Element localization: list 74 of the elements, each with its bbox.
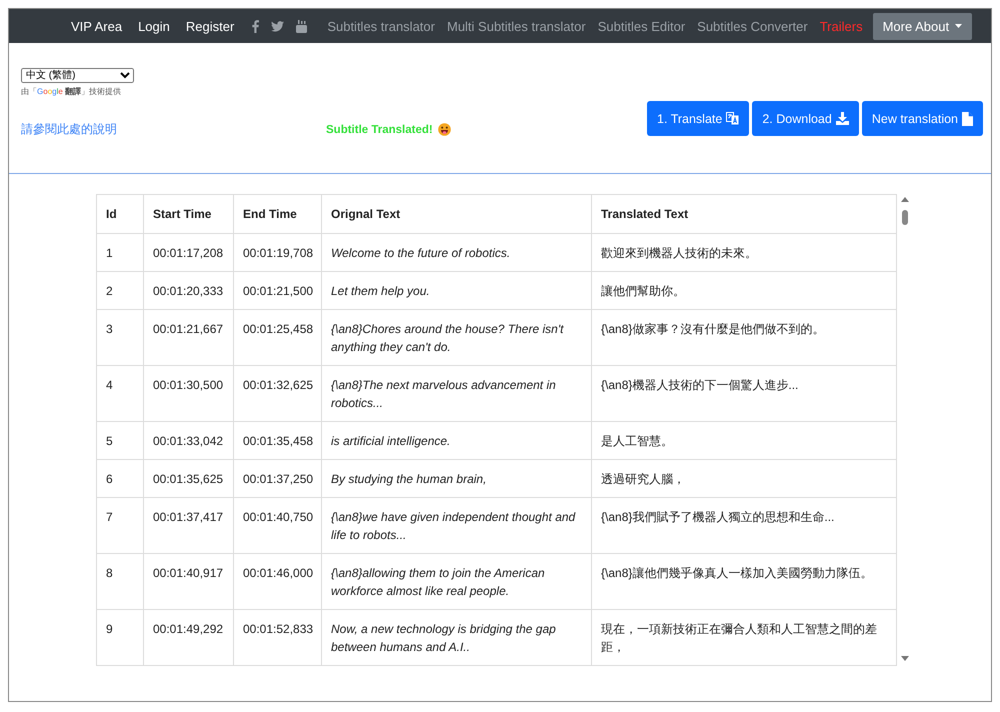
table-cell: 00:01:32,625	[234, 366, 322, 422]
table-cell: 9	[96, 610, 144, 666]
twitter-bird-icon[interactable]	[271, 20, 284, 32]
table-cell: 00:01:46,000	[234, 554, 322, 610]
table-cell: {\an8}我們賦予了機器人獨立的思想和生命...	[592, 498, 896, 554]
table-cell: 現在，一項新技術正在彌合人類和人工智慧之間的差距，	[592, 610, 896, 666]
table-cell: 00:01:35,625	[144, 460, 234, 498]
table-cell: 是人工智慧。	[592, 422, 896, 460]
table-cell: 00:01:17,208	[144, 234, 234, 272]
nav-link[interactable]: VIP Area	[63, 18, 130, 34]
table-cell: {\an8}做家事？沒有什麼是他們做不到的。	[592, 310, 896, 366]
youtube-icon[interactable]	[296, 20, 308, 32]
table-cell: 6	[96, 460, 144, 498]
table-cell: Welcome to the future of robotics.	[322, 234, 592, 272]
table-cell: 讓他們幫助你。	[592, 272, 896, 310]
table-cell: 00:01:49,292	[144, 610, 234, 666]
google-translate-credit: 由「Google 翻譯」技術提供	[21, 86, 122, 97]
table-cell: {\an8}讓他們幾乎像真人一樣加入美國勞動力隊伍。	[592, 554, 896, 610]
table-cell: {\an8}allowing them to join the American workforce almost like real people.	[322, 554, 592, 610]
action-button[interactable]: New translation	[862, 101, 983, 136]
table-cell: 歡迎來到機器人技術的未來。	[592, 234, 896, 272]
table-cell: 00:01:30,500	[144, 366, 234, 422]
table-cell: 00:01:20,333	[144, 272, 234, 310]
table-cell: 2	[96, 272, 144, 310]
column-header: End Time	[234, 194, 322, 234]
table-cell: 00:01:25,458	[234, 310, 322, 366]
table-cell: {\an8}we have given independent thought and life to robots...	[322, 498, 592, 554]
file-icon	[962, 112, 973, 126]
nav-link[interactable]: Login	[130, 18, 178, 34]
table-cell: 7	[96, 498, 144, 554]
table-cell: 透過研究人腦，	[592, 460, 896, 498]
table-cell: 1	[96, 234, 144, 272]
table-cell: {\an8}Chores around the house? There isn't anything they can't do.	[322, 310, 592, 366]
nav-link[interactable]: Subtitles translator	[321, 18, 441, 34]
table-cell: 00:01:21,500	[234, 272, 322, 310]
nav-link[interactable]: Trailers	[814, 18, 869, 34]
table-cell: 00:01:21,667	[144, 310, 234, 366]
language-icon	[726, 112, 740, 125]
language-select[interactable]: 中文 (繁體)	[21, 68, 134, 83]
table-cell: is artificial intelligence.	[322, 422, 592, 460]
tongue-smiley-icon	[438, 123, 451, 136]
table-cell: 00:01:40,917	[144, 554, 234, 610]
table-cell: 00:01:40,750	[234, 498, 322, 554]
table-cell: Let them help you.	[322, 272, 592, 310]
column-header: Translated Text	[592, 194, 896, 234]
facebook-icon[interactable]	[252, 20, 260, 32]
nav-link[interactable]: Subtitles Editor	[592, 18, 692, 34]
more-about-dropdown[interactable]: More About	[872, 12, 972, 40]
column-header: Orignal Text	[322, 194, 592, 234]
action-button[interactable]: 2. Download	[752, 101, 859, 136]
table-cell: {\an8}機器人技術的下一個驚人進步...	[592, 366, 896, 422]
table-cell: 5	[96, 422, 144, 460]
table-cell: 00:01:37,417	[144, 498, 234, 554]
table-cell: Now, a new technology is bridging the gap between humans and A.I..	[322, 610, 592, 666]
status-message: Subtitle Translated!	[326, 124, 433, 136]
table-cell: 3	[96, 310, 144, 366]
nav-link[interactable]: Register	[178, 18, 242, 34]
column-header: Start Time	[144, 194, 234, 234]
table-cell: {\an8}The next marvelous advancement in robotics...	[322, 366, 592, 422]
table-cell: 00:01:33,042	[144, 422, 234, 460]
table-cell: 00:01:19,708	[234, 234, 322, 272]
table-cell: 4	[96, 366, 144, 422]
download-icon	[836, 112, 849, 125]
column-header: Id	[96, 194, 144, 234]
help-link[interactable]: 請參閱此處的說明	[21, 121, 326, 138]
table-cell: 00:01:35,458	[234, 422, 322, 460]
table-cell: By studying the human brain,	[322, 460, 592, 498]
table-cell: 8	[96, 554, 144, 610]
nav-link[interactable]: Multi Subtitles translator	[440, 18, 592, 34]
table-cell: 00:01:52,833	[234, 610, 322, 666]
table-cell: 00:01:37,250	[234, 460, 322, 498]
action-button[interactable]: 1. Translate	[647, 101, 750, 136]
caret-icon	[955, 24, 962, 28]
nav-link[interactable]: Subtitles Converter	[691, 18, 814, 34]
